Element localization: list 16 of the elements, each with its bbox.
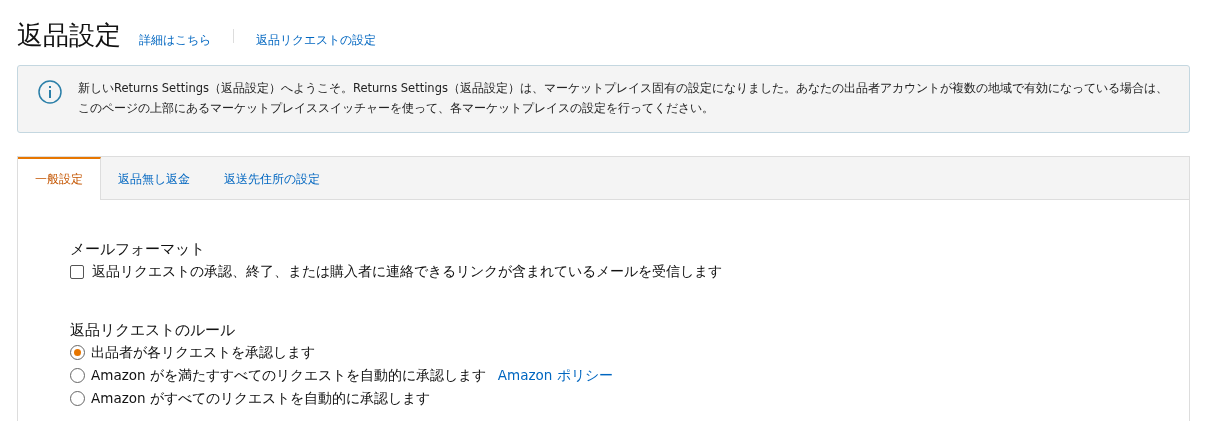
page-title: 返品設定: [17, 19, 121, 52]
tab[interactable]: 返送先住所の設定: [207, 157, 337, 199]
tab[interactable]: 返品無し返金: [101, 157, 207, 199]
notice-text: 新しいReturns Settings（返品設定）へようこそ。Returns Settings（返品設定）は、マーケットプレイス固有の設定になりました。あなたの出品者アカウントが複数の地域で有効になっている場合は、このページの上部にあるマーケットプレイススイッチャーを使って、各マーケットプレイスの設定を行ってください。: [78, 80, 1169, 117]
checkbox[interactable]: [70, 264, 84, 279]
radio-label: Amazon がを満たすすべてのリクエストを自動的に承認します: [91, 366, 486, 385]
radio-label: Amazon がすべてのリクエストを自動的に承認します: [91, 389, 430, 408]
tab[interactable]: 一般設定: [18, 157, 101, 200]
policy-link[interactable]: Amazon ポリシー: [497, 364, 613, 387]
checkbox-label: 返品リクエストの承認、終了、または購入者に連絡できるリンクが含まれているメールを受信します: [92, 262, 722, 281]
section-heading: メールフォーマット: [70, 239, 206, 260]
radio-label: 出品者が各リクエストを承認します: [91, 343, 315, 362]
section-heading: 返品リクエストのルール: [70, 320, 236, 341]
header-link[interactable]: 詳細はこちら: [139, 32, 211, 49]
header-link[interactable]: 返品リクエストの設定: [256, 32, 376, 49]
info-icon: [38, 80, 62, 104]
